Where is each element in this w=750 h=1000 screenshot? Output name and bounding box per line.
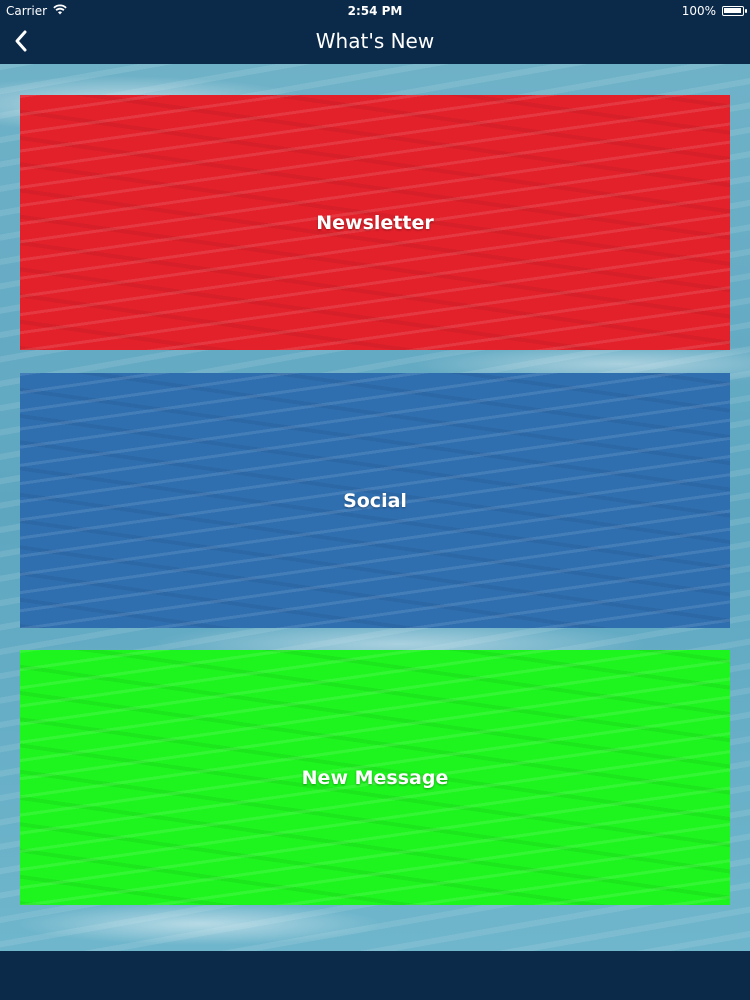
water-background: Newsletter Social New Message [0, 64, 750, 951]
status-right: 100% [681, 0, 747, 22]
newsletter-label: Newsletter [316, 211, 434, 234]
top-bar: Carrier 2:54 PM 100% What's New [0, 0, 750, 64]
social-tile[interactable]: Social [20, 373, 730, 628]
newsletter-tile[interactable]: Newsletter [20, 95, 730, 350]
status-bar: Carrier 2:54 PM 100% [0, 0, 750, 22]
battery-icon [722, 6, 747, 16]
navigation-bar: What's New [0, 22, 750, 64]
status-time: 2:54 PM [347, 4, 403, 18]
app-screen: Carrier 2:54 PM 100% What's New Newslett… [0, 0, 750, 1000]
social-label: Social [343, 489, 407, 512]
new-message-tile[interactable]: New Message [20, 650, 730, 905]
page-title: What's New [315, 29, 435, 53]
new-message-label: New Message [301, 766, 449, 789]
battery-percent: 100% [681, 4, 716, 18]
bottom-bar [0, 951, 750, 1000]
